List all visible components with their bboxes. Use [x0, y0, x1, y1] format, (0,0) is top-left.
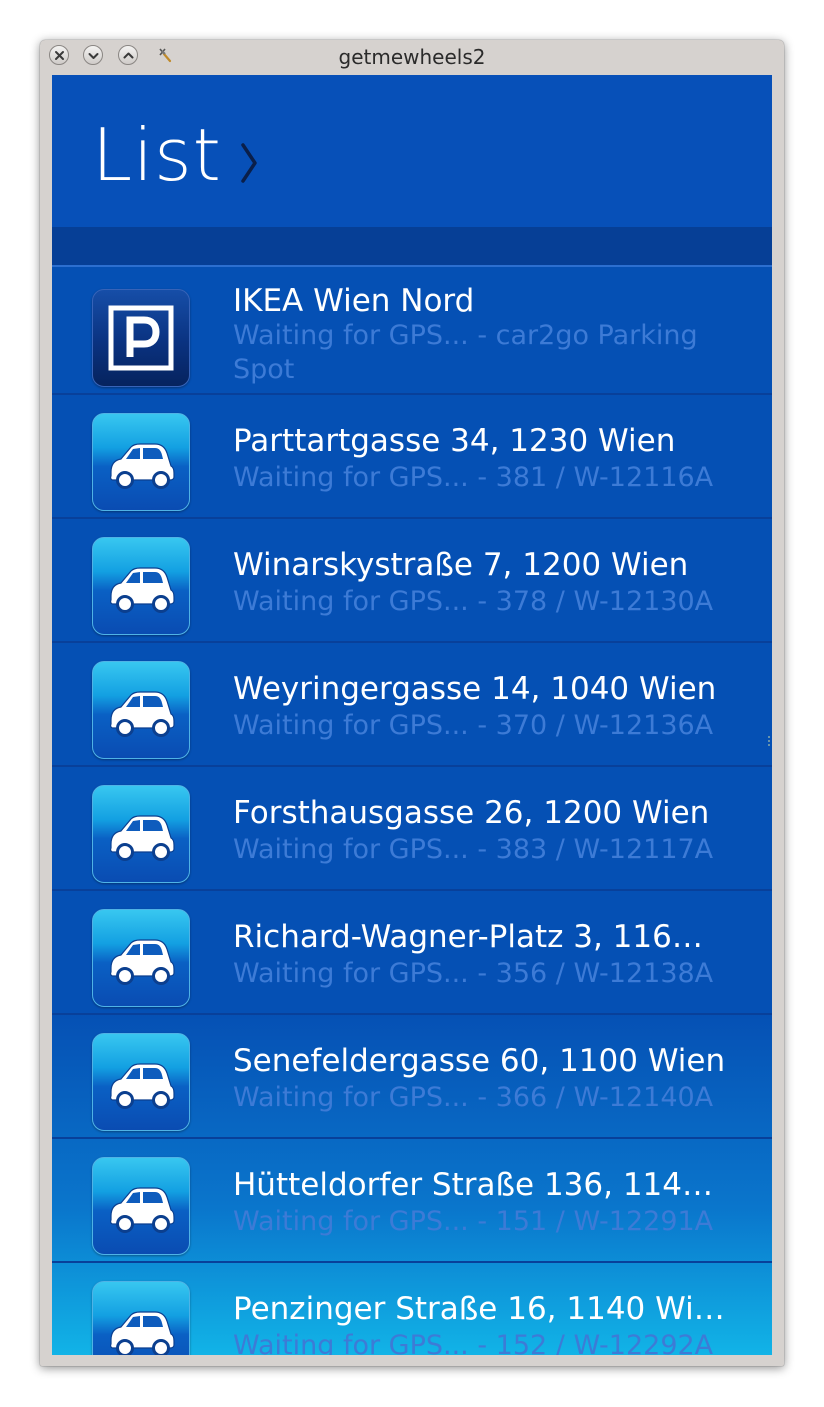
car-icon	[92, 661, 190, 759]
resize-grip-icon[interactable]	[766, 733, 772, 747]
list-item-title: Penzinger Straße 16, 1140 Wi…	[233, 1291, 725, 1327]
list-item-title: Weyringergasse 14, 1040 Wien	[233, 671, 717, 707]
list-item[interactable]: Weyringergasse 14, 1040 Wien Waiting for …	[52, 643, 772, 767]
car-icon	[92, 785, 190, 883]
list-item[interactable]: Forsthausgasse 26, 1200 Wien Waiting for …	[52, 767, 772, 891]
list-item-subtitle: Waiting for GPS... - 370 / W-12136A	[233, 710, 714, 741]
app-window: getmewheels2 List IKEA Wien Nord Waiting …	[40, 40, 784, 1366]
list-item[interactable]: Hütteldorfer Straße 136, 114… Waiting for…	[52, 1139, 772, 1263]
list-item-subtitle: Waiting for GPS... - 151 / W-12291A	[233, 1206, 714, 1237]
list-item-title: Senefeldergasse 60, 1100 Wien	[233, 1043, 726, 1079]
list-item-subtitle: Waiting for GPS... - 381 / W-12116A	[233, 462, 714, 493]
list-item[interactable]: IKEA Wien Nord Waiting for GPS... - car2g…	[52, 271, 772, 395]
list-item[interactable]: Penzinger Straße 16, 1140 Wi… Waiting for…	[52, 1263, 772, 1355]
list-item[interactable]: Richard-Wagner-Platz 3, 116… Waiting for …	[52, 891, 772, 1015]
list-item[interactable]: Winarskystraße 7, 1200 Wien Waiting for G…	[52, 519, 772, 643]
list-item-subtitle: Waiting for GPS... - 152 / W-12292A	[233, 1330, 714, 1355]
window-title: getmewheels2	[338, 45, 486, 69]
window-titlebar[interactable]: getmewheels2	[40, 40, 784, 75]
car-icon	[92, 1033, 190, 1131]
list-item-title: IKEA Wien Nord	[233, 283, 475, 319]
list-item-title: Parttartgasse 34, 1230 Wien	[233, 423, 676, 459]
location-list[interactable]: IKEA Wien Nord Waiting for GPS... - car2g…	[52, 271, 772, 1355]
parking-icon	[92, 289, 190, 387]
list-item-title: Winarskystraße 7, 1200 Wien	[233, 547, 689, 583]
list-item-title: Hütteldorfer Straße 136, 114…	[233, 1167, 714, 1203]
list-item-subtitle: Waiting for GPS... - 366 / W-12140A	[233, 1082, 714, 1113]
list-item-subtitle: Waiting for GPS... - 383 / W-12117A	[233, 834, 714, 865]
list-item-subtitle: Waiting for GPS... - 378 / W-12130A	[233, 586, 714, 617]
page-header: List	[52, 75, 772, 227]
car-icon	[92, 537, 190, 635]
list-item[interactable]: Parttartgasse 34, 1230 Wien Waiting for G…	[52, 395, 772, 519]
list-item-subtitle: Waiting for GPS... - car2go Parking Spot	[233, 320, 698, 385]
list-item-title: Richard-Wagner-Platz 3, 116…	[233, 919, 703, 955]
page-title[interactable]: List	[92, 113, 222, 197]
car-icon	[92, 1281, 190, 1355]
list-item-title: Forsthausgasse 26, 1200 Wien	[233, 795, 710, 831]
chevron-right-icon[interactable]	[238, 141, 260, 189]
app-content: List IKEA Wien Nord Waiting for GPS... - …	[52, 75, 772, 1355]
car-icon	[92, 909, 190, 1007]
list-item[interactable]: Senefeldergasse 60, 1100 Wien Waiting for…	[52, 1015, 772, 1139]
car-icon	[92, 413, 190, 511]
car-icon	[92, 1157, 190, 1255]
header-separator-bar	[52, 227, 772, 267]
list-item-subtitle: Waiting for GPS... - 356 / W-12138A	[233, 958, 714, 989]
